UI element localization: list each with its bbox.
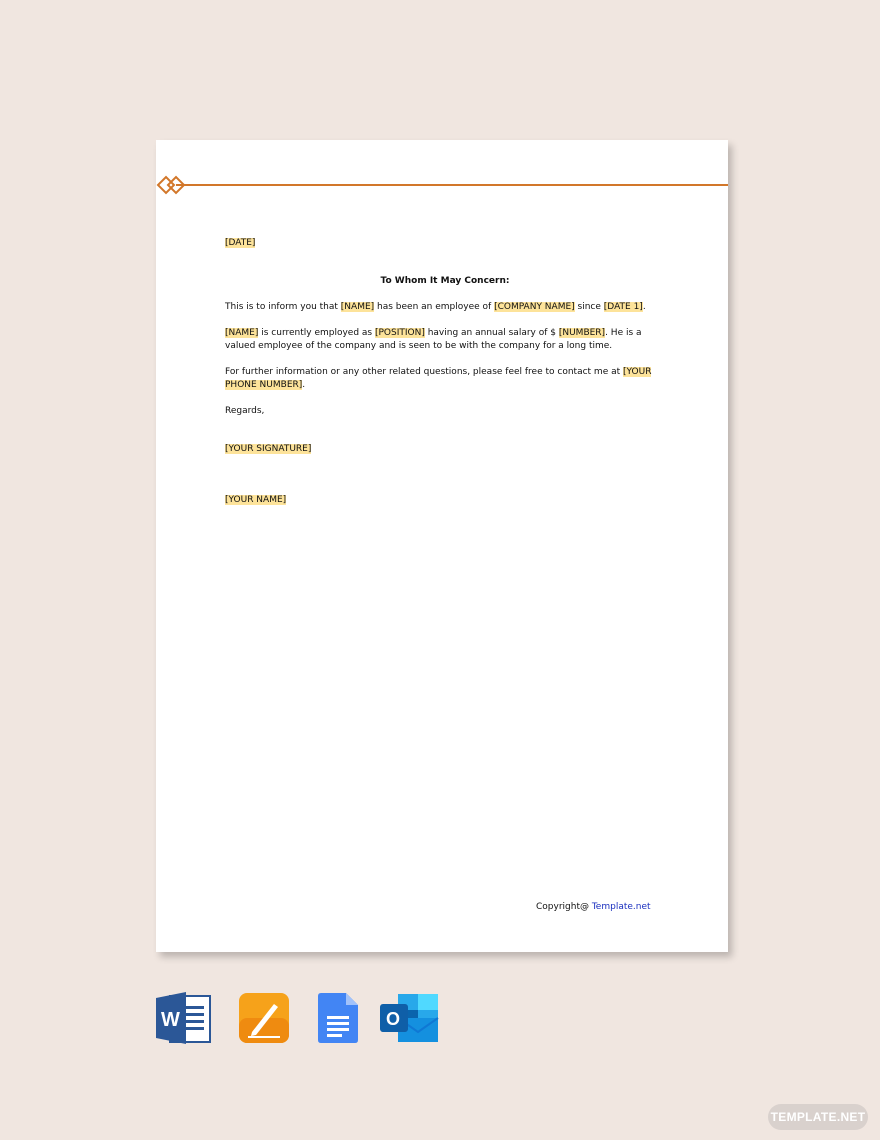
letter-salutation: To Whom It May Concern: (380, 276, 510, 286)
document-page: [DATE] To Whom It May Concern: This is t… (156, 140, 728, 952)
letter-signature: [YOUR SIGNATURE] (225, 444, 312, 454)
outlook-icon[interactable]: O (378, 992, 440, 1044)
pages-icon[interactable] (238, 992, 290, 1044)
copyright-notice: Copyright@ Template.net (536, 902, 651, 912)
template-net-link[interactable]: Template.net (592, 902, 651, 912)
svg-text:W: W (161, 1009, 180, 1031)
svg-text:O: O (386, 1009, 400, 1029)
word-icon[interactable]: W (156, 992, 212, 1044)
letter-closing: Regards, (225, 406, 265, 416)
letter-your-name: [YOUR NAME] (225, 495, 287, 505)
paragraph-salary: [NAME] is currently employed as [POSITIO… (225, 328, 642, 351)
header-divider (176, 184, 728, 186)
template-net-badge[interactable]: TEMPLATE.NET (768, 1104, 868, 1130)
paragraph-contact: For further information or any other rel… (225, 367, 652, 390)
google-docs-icon[interactable] (316, 992, 360, 1044)
paragraph-employment: This is to inform you that [NAME] has be… (225, 302, 646, 312)
letter-date: [DATE] (225, 238, 256, 248)
